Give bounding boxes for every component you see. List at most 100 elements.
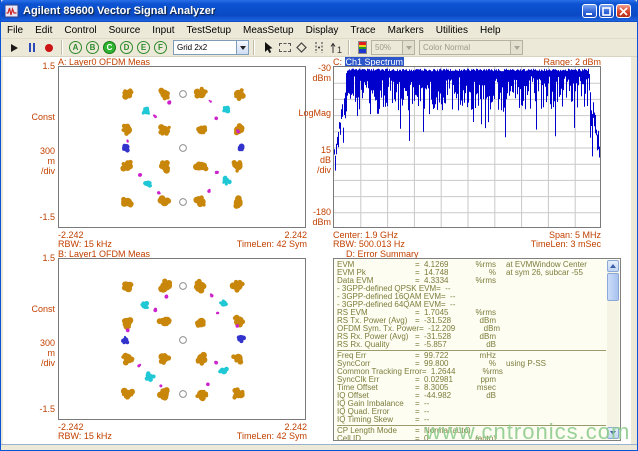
- panel-c-format-label: LogMag: [295, 108, 331, 118]
- error-summary-row: EVM Pk=14.748%at sym 26, subcar -55: [337, 269, 606, 277]
- equals-sign: =: [415, 435, 424, 441]
- color-scale-button[interactable]: [354, 40, 371, 56]
- scroll-up-icon: [610, 264, 616, 268]
- error-summary-scrollbar[interactable]: [607, 260, 619, 439]
- watermark: www.cntronics.com: [425, 419, 630, 445]
- window-bottom-frame: [1, 444, 637, 451]
- panel-c-rbw-label: RBW: 500.013 Hz: [333, 239, 405, 249]
- window-title: Agilent 89600 Vector Signal Analyzer: [23, 5, 582, 17]
- error-summary-row: Freq Err=99.722mHz: [337, 352, 606, 360]
- app-icon: [5, 4, 19, 18]
- trace-button-group: ABCDEF: [67, 41, 169, 54]
- metric-name: Cell ID: [337, 435, 415, 441]
- color-mode-select[interactable]: Color Normal: [419, 40, 523, 55]
- metric-value: -5.857: [424, 341, 466, 349]
- marquee-icon: [279, 43, 291, 52]
- pause-icon: [29, 43, 35, 52]
- metric-value: -44.982: [424, 392, 466, 400]
- rainbow-icon: [358, 41, 367, 54]
- menu-item-testsetup[interactable]: TestSetup: [181, 24, 237, 37]
- panel-b-scale-label: 300m/div: [19, 338, 55, 368]
- grid-layout-select[interactable]: Grid 2x2: [173, 40, 249, 55]
- panel-b-format-label: Const: [19, 304, 55, 314]
- minimize-button[interactable]: [582, 4, 597, 18]
- band-marker-icon: [313, 41, 325, 54]
- panel-a-ymax-label: 1.5: [19, 61, 55, 71]
- maximize-button[interactable]: [599, 4, 614, 18]
- app-window: Agilent 89600 Vector Signal Analyzer Fil…: [0, 0, 638, 451]
- menu-item-utilities[interactable]: Utilities: [430, 24, 474, 37]
- panel-a-ymin-label: -1.5: [19, 212, 55, 222]
- scrollbar-thumb[interactable]: [607, 273, 619, 301]
- panel-a-scale-label: 300m/div: [19, 146, 55, 176]
- grid-layout-value: Grid 2x2: [174, 43, 236, 52]
- metric-unit: %rms: [466, 277, 496, 285]
- toolbar: ABCDEF Grid 2x2 1 50% Color Normal: [1, 39, 637, 57]
- panel-c-scale-label: 15dB/div: [301, 145, 331, 175]
- panel-a-rbw-label: RBW: 15 kHz: [58, 239, 112, 249]
- panel-b-ymin-label: -1.5: [19, 404, 55, 414]
- panel-b-timelen-label: TimeLen: 42 Sym: [201, 431, 307, 441]
- pointer-tool-button[interactable]: [259, 40, 276, 56]
- zoom-select-tool-button[interactable]: [276, 40, 293, 56]
- metric-name: IQ Timing Skew: [337, 416, 415, 424]
- panel-c-ymax-label: -30dBm: [301, 63, 331, 83]
- panel-c-timelen-label: TimeLen: 3 mSec: [481, 239, 601, 249]
- error-summary-row: Time Offset=8.3005msec: [337, 384, 606, 392]
- trace-button-a[interactable]: A: [69, 41, 82, 54]
- panel-a-timelen-label: TimeLen: 42 Sym: [201, 239, 307, 249]
- equals-sign: =: [415, 416, 424, 424]
- metric-value: --: [450, 293, 492, 301]
- menu-item-meassetup[interactable]: MeasSetup: [237, 24, 300, 37]
- panel-b-ymax-label: 1.5: [19, 253, 55, 263]
- dropdown-arrow-icon[interactable]: [510, 41, 522, 54]
- zoom-level-value: 50%: [372, 43, 402, 52]
- trace-button-d[interactable]: D: [120, 41, 133, 54]
- menu-item-input[interactable]: Input: [146, 24, 180, 37]
- trace-button-c[interactable]: C: [103, 41, 116, 54]
- menu-item-trace[interactable]: Trace: [344, 24, 381, 37]
- metric-value: --: [424, 400, 466, 408]
- record-button[interactable]: [40, 40, 57, 56]
- scroll-up-button[interactable]: [607, 260, 619, 272]
- error-summary-row: - 3GPP-defined 64QAM EVM=--: [337, 301, 606, 309]
- zoom-level-select[interactable]: 50%: [371, 40, 415, 55]
- band-marker-button[interactable]: [310, 40, 327, 56]
- trace-button-b[interactable]: B: [86, 41, 99, 54]
- toolbar-separator: [253, 40, 255, 55]
- close-button[interactable]: [616, 4, 631, 18]
- menu-item-source[interactable]: Source: [103, 24, 147, 37]
- peak-marker-icon: 1: [330, 41, 342, 54]
- menu-item-help[interactable]: Help: [474, 24, 507, 37]
- panel-a-format-label: Const: [19, 112, 55, 122]
- color-mode-value: Color Normal: [420, 43, 510, 52]
- constellation-plot-a[interactable]: [58, 66, 306, 228]
- metric-extra: at sym 26, subcar -55: [506, 268, 583, 277]
- pause-measurement-button[interactable]: [23, 40, 40, 56]
- metric-extra: using P-SS: [506, 359, 546, 368]
- error-summary-separator: [337, 350, 606, 351]
- constellation-plot-b[interactable]: [58, 258, 306, 420]
- spectrum-plot-c[interactable]: [333, 66, 601, 228]
- trace-button-f[interactable]: F: [154, 41, 167, 54]
- menu-item-control[interactable]: Control: [58, 24, 102, 37]
- toolbar-separator: [348, 40, 350, 55]
- title-bar[interactable]: Agilent 89600 Vector Signal Analyzer: [1, 0, 637, 22]
- menu-item-markers[interactable]: Markers: [382, 24, 430, 37]
- dropdown-arrow-icon[interactable]: [236, 41, 248, 54]
- dropdown-arrow-icon[interactable]: [402, 41, 414, 54]
- metric-unit: dB: [466, 341, 496, 349]
- trace-button-e[interactable]: E: [137, 41, 150, 54]
- metric-name: RS Rx. Quality: [337, 341, 415, 349]
- play-icon: [11, 44, 18, 52]
- restart-measurement-button[interactable]: [6, 40, 23, 56]
- marker-to-peak-button[interactable]: 1: [327, 40, 344, 56]
- panel-c-ymin-label: -180dBm: [301, 207, 331, 227]
- menu-item-edit[interactable]: Edit: [29, 24, 58, 37]
- menu-item-display[interactable]: Display: [300, 24, 345, 37]
- cursor-icon: [262, 41, 274, 54]
- metric-value: --: [424, 408, 466, 416]
- menu-item-file[interactable]: File: [1, 24, 29, 37]
- error-summary-panel[interactable]: EVM=4.1269%rmsat EVMWindow CenterEVM Pk=…: [333, 258, 621, 441]
- marker-tool-button[interactable]: [293, 40, 310, 56]
